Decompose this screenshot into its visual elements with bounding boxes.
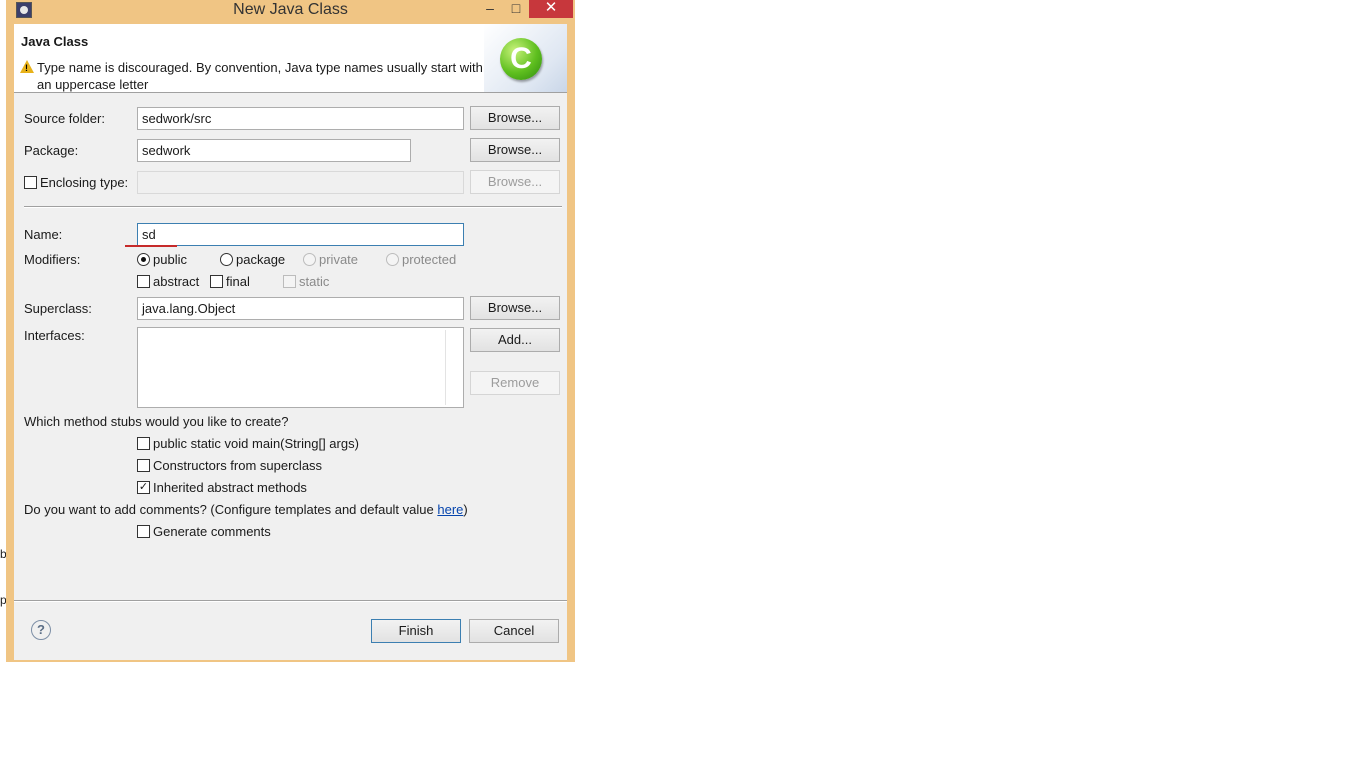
cancel-button[interactable]: Cancel <box>469 619 559 643</box>
radio-selected-dot <box>141 257 146 262</box>
enclosing-type-browse-button: Browse... <box>470 170 560 194</box>
modifier-abstract-label: abstract <box>153 274 200 289</box>
interfaces-add-button[interactable]: Add... <box>470 328 560 352</box>
warning-underline <box>125 245 177 247</box>
interfaces-remove-button: Remove <box>470 371 560 395</box>
modifier-protected-radio <box>386 253 399 266</box>
package-browse-button[interactable]: Browse... <box>470 138 560 162</box>
help-icon[interactable]: ? <box>31 620 51 640</box>
superclass-input[interactable]: java.lang.Object <box>137 297 464 320</box>
package-input[interactable]: sedwork <box>137 139 411 162</box>
interfaces-list[interactable] <box>137 327 464 408</box>
finish-button[interactable]: Finish <box>371 619 461 643</box>
generate-comments-label: Generate comments <box>153 524 271 539</box>
modifier-protected-label: protected <box>402 252 457 267</box>
warning-icon-mark: ! <box>25 63 28 73</box>
comments-question-text: Do you want to add comments? (Configure … <box>24 502 438 517</box>
modifier-public-radio[interactable] <box>137 253 150 266</box>
modifier-private-radio <box>303 253 316 266</box>
title-bar[interactable]: New Java Class – □ ✕ <box>6 0 575 22</box>
stub-constructors-label: Constructors from superclass <box>153 458 323 473</box>
minimize-button[interactable]: – <box>477 0 503 18</box>
stub-main-checkbox[interactable] <box>137 437 150 450</box>
name-label: Name: <box>24 227 63 242</box>
checkmark-icon: ✓ <box>138 481 149 493</box>
comments-question-close: ) <box>463 502 468 517</box>
stub-inherited-checkbox[interactable]: ✓ <box>137 481 150 494</box>
source-folder-label: Source folder: <box>24 111 105 126</box>
modifier-public-label: public <box>153 252 187 267</box>
modifier-final-label: final <box>226 274 250 289</box>
modifier-package-label: package <box>236 252 286 267</box>
class-c-letter: C <box>510 42 532 75</box>
stub-inherited-label: Inherited abstract methods <box>153 480 307 495</box>
enclosing-type-label: Enclosing type: <box>40 175 129 190</box>
modifier-static-label: static <box>299 274 330 289</box>
wizard-banner: Java Class ! Type name is discouraged. B… <box>14 24 567 93</box>
interfaces-label: Interfaces: <box>24 328 85 343</box>
method-stubs-question: Which method stubs would you like to cre… <box>24 414 289 429</box>
enclosing-type-checkbox[interactable] <box>24 176 37 189</box>
generate-comments-checkbox[interactable] <box>137 525 150 538</box>
stub-constructors-checkbox[interactable] <box>137 459 150 472</box>
package-label: Package: <box>24 143 79 158</box>
source-folder-browse-button[interactable]: Browse... <box>470 106 560 130</box>
name-input[interactable]: sd <box>137 223 464 246</box>
superclass-browse-button[interactable]: Browse... <box>470 296 560 320</box>
list-scrollbar-track[interactable] <box>445 330 446 405</box>
close-button[interactable]: ✕ <box>529 0 573 18</box>
wizard-title: Java Class <box>21 34 89 49</box>
separator <box>24 206 562 208</box>
modifiers-label: Modifiers: <box>24 252 81 267</box>
modifier-final-checkbox[interactable] <box>210 275 223 288</box>
footer-separator <box>14 600 567 602</box>
wizard-message: Type name is discouraged. By convention,… <box>37 60 483 92</box>
modifier-package-radio[interactable] <box>220 253 233 266</box>
enclosing-type-input <box>137 171 464 194</box>
maximize-button[interactable]: □ <box>503 0 529 18</box>
dialog-window: New Java Class – □ ✕ Java Class ! Type n… <box>6 0 575 662</box>
comments-question: Do you want to add comments? (Configure … <box>24 502 468 517</box>
modifier-private-label: private <box>319 252 359 267</box>
configure-templates-link[interactable]: here <box>437 502 463 517</box>
dialog-client-area: Java Class ! Type name is discouraged. B… <box>14 24 567 660</box>
modifier-abstract-checkbox[interactable] <box>137 275 150 288</box>
stub-main-label: public static void main(String[] args) <box>153 436 359 451</box>
modifier-static-checkbox <box>283 275 296 288</box>
superclass-label: Superclass: <box>24 301 92 316</box>
source-folder-input[interactable]: sedwork/src <box>137 107 464 130</box>
